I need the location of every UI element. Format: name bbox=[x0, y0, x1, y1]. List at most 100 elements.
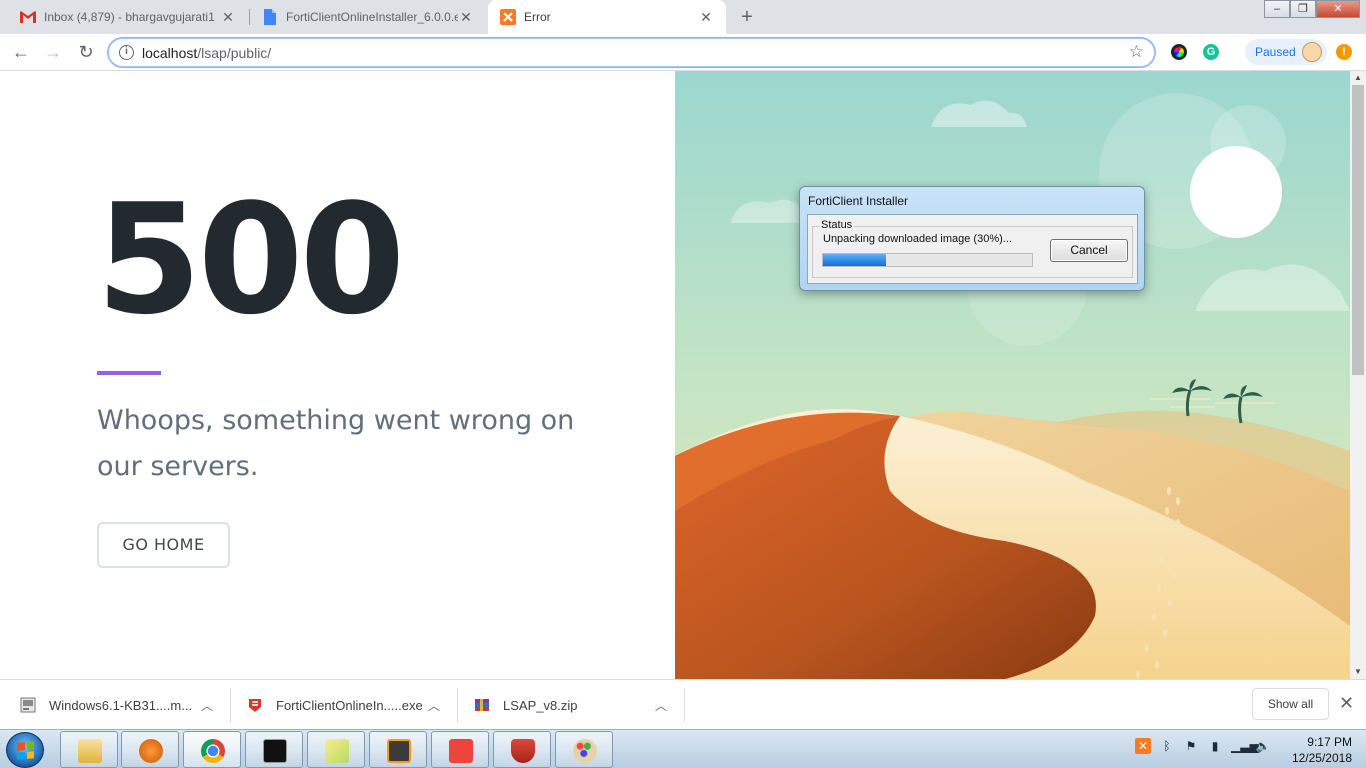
taskbar-media-player[interactable] bbox=[121, 731, 179, 768]
close-icon[interactable]: ✕ bbox=[1339, 693, 1354, 714]
sublime-text-icon bbox=[387, 739, 411, 763]
clock[interactable]: 9:17 PM 12/25/2018 bbox=[1284, 734, 1352, 766]
forticlient-icon bbox=[249, 699, 261, 712]
browser-toolbar: ← → ↻ i localhost/lsap/public/ ☆ G Pause… bbox=[0, 34, 1366, 71]
window-controls: – ❐ ✕ bbox=[1264, 0, 1360, 18]
tab-strip: Inbox (4,879) - bhargavgujarati1 ✕ Forti… bbox=[0, 0, 1366, 34]
shield-icon bbox=[511, 739, 535, 763]
network-error-icon[interactable]: ⚑ bbox=[1183, 738, 1199, 754]
info-icon[interactable]: i bbox=[119, 45, 134, 60]
terminal-icon bbox=[263, 739, 287, 763]
progress-bar bbox=[822, 253, 1033, 267]
status-text: Unpacking downloaded image (30%)... bbox=[823, 233, 1012, 245]
divider bbox=[230, 688, 231, 722]
download-filename: FortiClientOnlineIn.....exe bbox=[276, 697, 423, 713]
xampp-icon bbox=[500, 9, 516, 25]
cancel-button[interactable]: Cancel bbox=[1050, 239, 1128, 262]
windows-taskbar: ✕ ᛒ ⚑ ▮ ▁▃▅ 🔈 9:17 PM 12/25/2018 bbox=[0, 729, 1366, 768]
taskbar-paint[interactable] bbox=[555, 731, 613, 768]
tab-forticlient[interactable]: FortiClientOnlineInstaller_6.0.0.ex ✕ bbox=[250, 0, 486, 34]
tab-title: Inbox (4,879) - bhargavgujarati1 bbox=[44, 10, 215, 24]
system-tray: ✕ ᛒ ⚑ ▮ ▁▃▅ 🔈 bbox=[1135, 738, 1271, 754]
minimize-button[interactable]: – bbox=[1264, 0, 1290, 18]
battery-icon[interactable]: ▮ bbox=[1207, 738, 1223, 754]
status-group-label: Status bbox=[819, 219, 855, 231]
accent-divider bbox=[97, 371, 161, 375]
bookmark-star-icon[interactable]: ☆ bbox=[1129, 42, 1144, 62]
chrome-icon bbox=[201, 739, 225, 763]
bluetooth-icon[interactable]: ᛒ bbox=[1159, 738, 1175, 754]
clock-time: 9:17 PM bbox=[1307, 735, 1352, 749]
scroll-up-arrow[interactable]: ▲ bbox=[1350, 71, 1366, 85]
error-code: 500 bbox=[96, 171, 405, 348]
download-filename: Windows6.1-KB31....m... bbox=[49, 697, 193, 713]
media-player-icon bbox=[139, 739, 163, 763]
chevron-up-icon[interactable]: ︿ bbox=[655, 697, 667, 714]
start-button[interactable] bbox=[6, 732, 44, 768]
chevron-up-icon[interactable]: ︿ bbox=[428, 697, 440, 714]
msu-file-icon bbox=[20, 697, 36, 713]
taskbar-anydesk[interactable] bbox=[431, 731, 489, 768]
windows-logo-icon bbox=[17, 741, 34, 760]
scroll-down-arrow[interactable]: ▼ bbox=[1350, 665, 1366, 679]
url-path: /lsap/public/ bbox=[197, 45, 272, 61]
gmail-icon bbox=[20, 9, 36, 25]
taskbar-forticlient[interactable] bbox=[493, 731, 551, 768]
page-content: 500 Whoops, something went wrong on our … bbox=[0, 71, 1350, 679]
taskbar-sublime-text[interactable] bbox=[369, 731, 427, 768]
maximize-button[interactable]: ❐ bbox=[1290, 0, 1316, 18]
taskbar-chrome[interactable] bbox=[183, 731, 241, 768]
close-icon[interactable]: ✕ bbox=[458, 9, 474, 26]
reload-button[interactable]: ↻ bbox=[74, 40, 98, 64]
document-icon bbox=[262, 9, 278, 25]
taskbar-command-prompt[interactable] bbox=[245, 731, 303, 768]
tab-error[interactable]: Error ✕ bbox=[488, 0, 726, 34]
clock-date: 12/25/2018 bbox=[1291, 751, 1352, 765]
close-icon[interactable]: ✕ bbox=[220, 9, 236, 26]
signal-icon[interactable]: ▁▃▅ bbox=[1231, 738, 1259, 754]
tab-title: Error bbox=[524, 10, 551, 24]
avatar[interactable] bbox=[1302, 42, 1322, 62]
progress-fill bbox=[823, 254, 886, 266]
url-text: localhost/lsap/public/ bbox=[142, 45, 271, 61]
dialog-body: Status Unpacking downloaded image (30%).… bbox=[807, 214, 1138, 284]
window-close-button[interactable]: ✕ bbox=[1316, 0, 1360, 18]
close-icon[interactable]: ✕ bbox=[698, 9, 714, 26]
error-message: Whoops, something went wrong on our serv… bbox=[97, 405, 575, 482]
taskbar-sticky-notes[interactable] bbox=[307, 731, 365, 768]
download-item[interactable]: LSAP_v8.zip bbox=[474, 687, 577, 723]
tab-title: FortiClientOnlineInstaller_6.0.0.ex bbox=[286, 10, 458, 24]
address-bar[interactable]: i localhost/lsap/public/ ☆ bbox=[108, 38, 1155, 67]
sticky-notes-icon bbox=[325, 739, 349, 763]
taskbar-explorer[interactable] bbox=[60, 731, 118, 768]
download-item[interactable]: FortiClientOnlineIn.....exe bbox=[247, 687, 423, 723]
zip-file-icon bbox=[475, 699, 489, 711]
status-group: Status Unpacking downloaded image (30%).… bbox=[812, 219, 1133, 278]
url-host: localhost bbox=[142, 45, 198, 61]
divider bbox=[457, 688, 458, 722]
xampp-tray-icon[interactable]: ✕ bbox=[1135, 738, 1151, 754]
forticlient-installer-dialog: FortiClient Installer Status Unpacking d… bbox=[799, 186, 1145, 291]
back-button[interactable]: ← bbox=[9, 40, 33, 64]
paused-label: Paused bbox=[1255, 45, 1296, 59]
dialog-title: FortiClient Installer bbox=[808, 194, 909, 208]
paint-icon bbox=[573, 739, 597, 763]
anydesk-icon bbox=[449, 739, 473, 763]
scroll-thumb[interactable] bbox=[1352, 85, 1364, 375]
error-panel: 500 Whoops, something went wrong on our … bbox=[0, 71, 675, 679]
go-home-button[interactable]: GO HOME bbox=[97, 522, 230, 568]
extension-color-icon[interactable] bbox=[1171, 44, 1187, 60]
alert-icon[interactable]: ! bbox=[1336, 44, 1352, 60]
desert-illustration bbox=[675, 71, 1350, 679]
show-all-button[interactable]: Show all bbox=[1252, 688, 1329, 720]
new-tab-button[interactable]: + bbox=[734, 5, 760, 31]
download-shelf: Windows6.1-KB31....m... ︿ FortiClientOnl… bbox=[0, 679, 1366, 729]
chevron-up-icon[interactable]: ︿ bbox=[201, 697, 213, 714]
grammarly-icon[interactable]: G bbox=[1203, 44, 1219, 60]
forward-button[interactable]: → bbox=[41, 40, 65, 64]
tab-gmail[interactable]: Inbox (4,879) - bhargavgujarati1 ✕ bbox=[8, 0, 248, 34]
download-filename: LSAP_v8.zip bbox=[503, 697, 578, 713]
download-item[interactable]: Windows6.1-KB31....m... bbox=[20, 687, 192, 723]
page-scrollbar[interactable]: ▲ ▼ bbox=[1350, 71, 1366, 679]
volume-icon[interactable]: 🔈 bbox=[1255, 738, 1271, 754]
